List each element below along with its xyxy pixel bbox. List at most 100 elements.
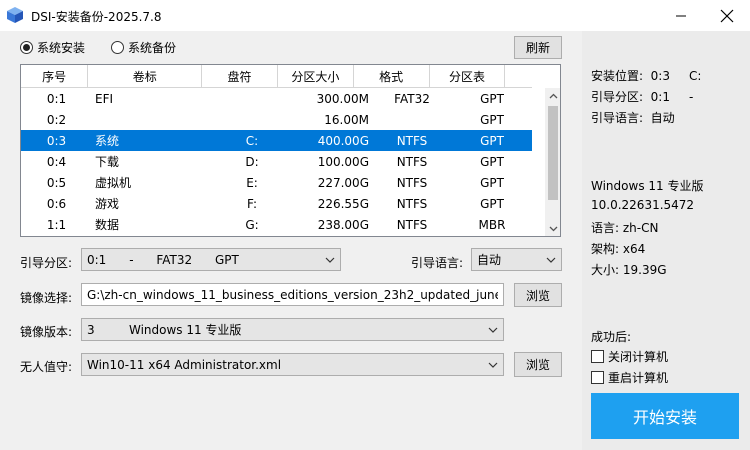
boot-language-label: 引导语言: xyxy=(411,256,464,270)
title-bar: DSI-安装备份-2025.7.8 xyxy=(0,0,750,31)
cell-size: 227.00G xyxy=(317,175,369,190)
cell-drive xyxy=(212,109,292,130)
unattended-value: Win10-11 x64 Administrator.xml xyxy=(87,357,282,372)
cell-size: 300.00M xyxy=(316,91,369,106)
image-path-value: G:\zh-cn_windows_11_business_editions_ve… xyxy=(87,287,498,302)
app-cube-icon xyxy=(7,7,23,23)
boot-partition-value: 0:1 - FAT32 GPT xyxy=(87,252,239,267)
col-label[interactable]: 卷标 xyxy=(88,65,203,88)
boot-partition-text: 引导分区: 0:1 - xyxy=(591,90,694,104)
col-size[interactable]: 分区大小 xyxy=(277,65,354,88)
cell-drive: G: xyxy=(245,217,259,232)
cell-index: 0:1 xyxy=(46,91,67,106)
scroll-down-button[interactable] xyxy=(545,221,560,236)
cell-table: GPT xyxy=(480,154,504,169)
boot-language-value: 自动 xyxy=(477,253,502,267)
os-name-text: Windows 11 专业版 xyxy=(591,179,704,193)
restart-checkbox[interactable]: 重启计算机 xyxy=(591,369,668,386)
cell-label: EFI xyxy=(95,91,114,106)
col-drive[interactable]: 盘符 xyxy=(202,65,278,88)
table-row[interactable]: 0:1 EFI 300.00M FAT32 GPT xyxy=(21,88,532,109)
cell-format xyxy=(372,109,452,130)
image-version-label: 镜像版本: xyxy=(20,325,73,339)
cell-format: NTFS xyxy=(396,196,428,211)
scroll-up-button[interactable] xyxy=(545,88,560,104)
boot-language-select[interactable]: 自动 xyxy=(471,248,562,271)
cell-index: 0:2 xyxy=(46,112,67,127)
close-icon xyxy=(720,9,734,22)
cell-label: 虚拟机 xyxy=(95,176,132,190)
cell-table: GPT xyxy=(480,133,504,148)
image-path-input[interactable]: G:\zh-cn_windows_11_business_editions_ve… xyxy=(81,283,504,306)
cell-drive: C: xyxy=(245,133,259,148)
chevron-up-icon xyxy=(549,93,557,99)
chevron-down-icon xyxy=(325,257,335,263)
cell-index: 0:3 xyxy=(46,133,67,148)
checkbox-label: 重启计算机 xyxy=(608,371,669,385)
refresh-button[interactable]: 刷新 xyxy=(514,36,562,59)
start-install-button[interactable]: 开始安装 xyxy=(591,393,739,439)
radio-label: 系统备份 xyxy=(128,41,177,55)
col-index[interactable]: 序号 xyxy=(21,65,89,88)
size-text: 大小: 19.39G xyxy=(591,263,667,277)
checkbox-label: 关闭计算机 xyxy=(608,350,669,364)
table-row[interactable]: 0:4 下载 D: 100.00G NTFS GPT xyxy=(21,151,532,172)
cell-index: 0:6 xyxy=(46,196,67,211)
checkbox-box xyxy=(591,350,604,363)
radio-system-install[interactable]: 系统安装 xyxy=(20,39,85,56)
cell-table: GPT xyxy=(480,175,504,190)
checkbox-box xyxy=(591,371,604,384)
col-table[interactable]: 分区表 xyxy=(429,65,506,88)
window-title: DSI-安装备份-2025.7.8 xyxy=(31,10,162,24)
minimize-icon xyxy=(676,15,686,16)
table-row-selected[interactable]: 0:3 系统 C: 400.00G NTFS GPT xyxy=(21,130,532,151)
cell-table: GPT xyxy=(480,196,504,211)
cell-label: 游戏 xyxy=(95,197,120,211)
boot-partition-select[interactable]: 0:1 - FAT32 GPT xyxy=(81,248,341,271)
chevron-down-icon xyxy=(488,362,498,368)
scrollbar-thumb[interactable] xyxy=(548,106,558,200)
table-row[interactable]: 0:6 游戏 F: 226.55G NTFS GPT xyxy=(21,193,532,214)
cell-table: GPT xyxy=(480,112,504,127)
cell-drive: D: xyxy=(245,154,259,169)
install-location-text: 安装位置: 0:3 C: xyxy=(591,69,702,83)
cell-size: 100.00G xyxy=(317,154,369,169)
cell-format: NTFS xyxy=(396,217,428,232)
cell-format: NTFS xyxy=(396,133,428,148)
table-row[interactable]: 0:2 16.00M GPT xyxy=(21,109,532,130)
browse-unattended-button[interactable]: 浏览 xyxy=(514,352,562,377)
unattended-label: 无人值守: xyxy=(20,360,73,374)
table-header: 序号 卷标 盘符 分区大小 格式 分区表 xyxy=(21,65,532,88)
minimize-button[interactable] xyxy=(658,0,704,31)
table-scrollbar[interactable] xyxy=(545,88,560,236)
browse-image-button[interactable]: 浏览 xyxy=(514,283,562,307)
radio-dot xyxy=(111,41,124,54)
cell-label: 数据 xyxy=(95,218,120,232)
cell-label: 下载 xyxy=(95,155,120,169)
cell-table: GPT xyxy=(480,91,504,106)
image-version-select[interactable]: 3 Windows 11 专业版 xyxy=(81,318,504,341)
arch-text: 架构: x64 xyxy=(591,242,646,256)
close-button[interactable] xyxy=(704,0,750,31)
boot-partition-label: 引导分区: xyxy=(20,256,73,270)
cell-drive: F: xyxy=(246,196,257,211)
image-select-label: 镜像选择: xyxy=(20,291,73,305)
cell-table: MBR xyxy=(478,217,506,232)
chevron-down-icon xyxy=(549,226,557,232)
shutdown-checkbox[interactable]: 关闭计算机 xyxy=(591,348,668,365)
after-success-label: 成功后: xyxy=(591,330,632,344)
chevron-down-icon xyxy=(488,327,498,333)
table-row[interactable]: 0:5 虚拟机 E: 227.00G NTFS GPT xyxy=(21,172,532,193)
partition-table[interactable]: 序号 卷标 盘符 分区大小 格式 分区表 0:1 EFI 300.00M FAT… xyxy=(20,64,561,237)
language-text: 语言: zh-CN xyxy=(591,221,659,235)
cell-index: 0:4 xyxy=(46,154,67,169)
unattended-select[interactable]: Win10-11 x64 Administrator.xml xyxy=(81,353,504,376)
cell-format: FAT32 xyxy=(394,91,430,106)
radio-dot-selected xyxy=(20,41,33,54)
col-format[interactable]: 格式 xyxy=(353,65,430,88)
cell-index: 0:5 xyxy=(46,175,67,190)
header-filler xyxy=(505,65,532,88)
table-row[interactable]: 1:1 数据 G: 238.00G NTFS MBR xyxy=(21,214,532,235)
radio-system-backup[interactable]: 系统备份 xyxy=(111,39,176,56)
cell-drive xyxy=(212,88,292,109)
